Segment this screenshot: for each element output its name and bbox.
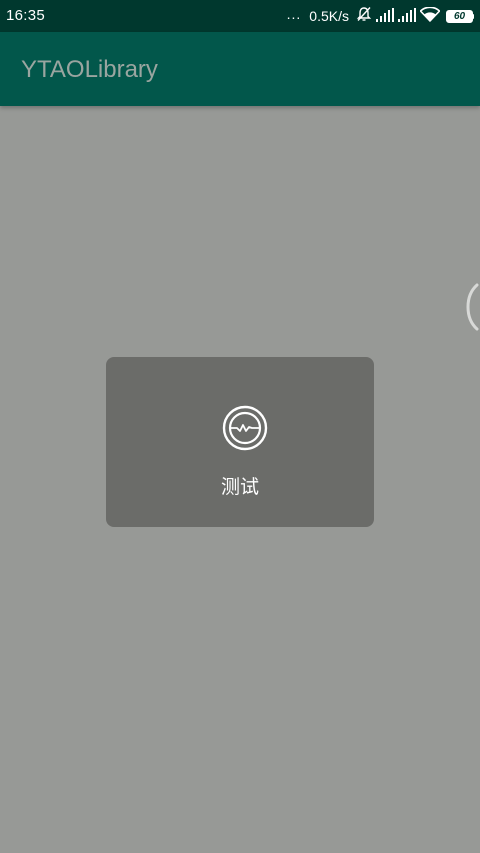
pulse-circle-icon	[222, 405, 268, 451]
status-icons: ... 0.5K/s 60	[287, 6, 474, 26]
mute-bell-icon	[356, 6, 372, 26]
app-toolbar: YTAOLibrary	[0, 32, 480, 106]
more-notifications-dots: ...	[286, 6, 302, 22]
network-speed: 0.5K/s	[309, 8, 349, 24]
status-bar: 16:35 ... 0.5K/s 60	[0, 0, 480, 32]
signal-icon	[376, 7, 394, 26]
toast-message: 测试	[220, 476, 259, 498]
battery-tip	[472, 13, 474, 19]
app-title: YTAOLibrary	[21, 56, 158, 83]
signal-icon	[398, 7, 416, 26]
status-time: 16:35	[6, 7, 46, 24]
battery-level: 60	[446, 9, 473, 23]
wifi-icon	[419, 6, 441, 26]
battery-icon: 60	[446, 9, 474, 23]
edge-handle-icon[interactable]	[465, 283, 480, 331]
toast-dialog: 测试	[106, 357, 374, 527]
